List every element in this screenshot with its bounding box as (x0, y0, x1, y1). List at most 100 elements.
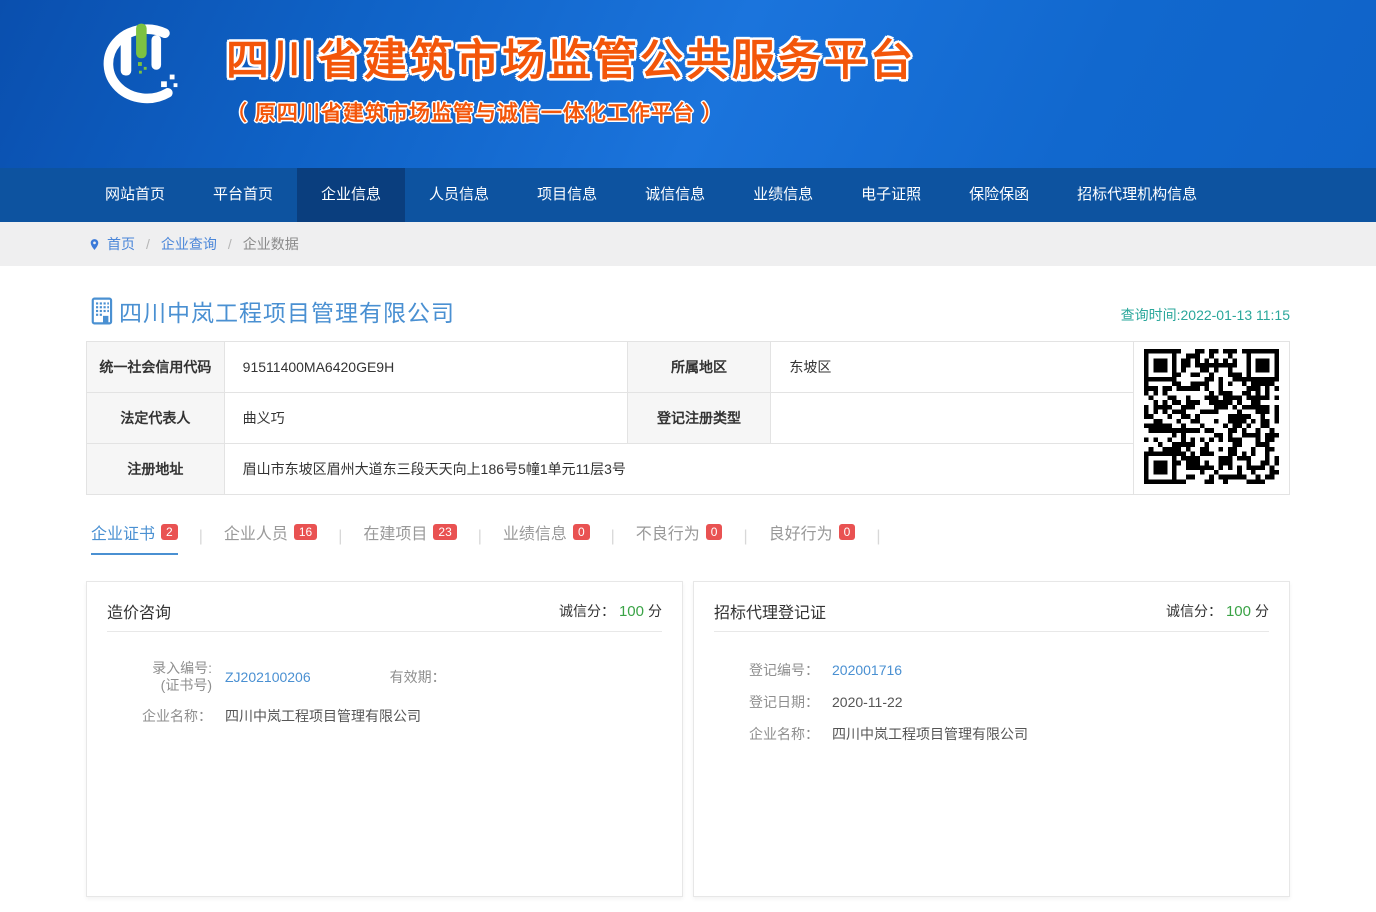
nav-item-bidding-agency-info[interactable]: 招标代理机构信息 (1053, 168, 1221, 222)
tab-count-badge: 16 (294, 524, 317, 540)
certificate-number-link[interactable]: ZJ202100206 (225, 667, 311, 687)
field-label-registration-type: 登记注册类型 (627, 393, 771, 444)
company-name-value: 四川中岚工程项目管理有限公司 (832, 724, 1028, 744)
tab-count-badge: 2 (161, 524, 178, 540)
company-name-label: 企业名称： (714, 724, 819, 744)
page-title-company-name: 四川中岚工程项目管理有限公司 (119, 294, 455, 328)
credit-score-unit: 分 (1255, 603, 1269, 619)
nav-item-e-certificate[interactable]: 电子证照 (837, 168, 945, 222)
tab-label: 业绩信息 (503, 520, 567, 544)
bidding-agency-registration-card: 招标代理登记证 诚信分：100分 登记编号： 202001716 登记日期： 2… (693, 581, 1290, 897)
credit-score-label: 诚信分： (1166, 603, 1222, 619)
credit-score: 诚信分：100分 (1166, 601, 1269, 621)
field-value-registered-address: 眉山市东坡区眉州大道东三段天天向上186号5幢1单元11层3号 (224, 444, 1134, 495)
field-label-registered-address: 注册地址 (87, 444, 225, 495)
table-row: 注册地址 眉山市东坡区眉州大道东三段天天向上186号5幢1单元11层3号 (87, 444, 1290, 495)
query-time: 查询时间:2022-01-13 11:15 (1121, 305, 1290, 325)
site-title: 四川省建筑市场监管公共服务平台 (226, 26, 916, 88)
field-value-region: 东坡区 (771, 342, 1134, 393)
header-titles: 四川省建筑市场监管公共服务平台 （ 原四川省建筑市场监管与诚信一体化工作平台 ） (226, 26, 916, 127)
tab-count-badge: 0 (839, 524, 856, 540)
company-name-label: 企业名称： (107, 706, 212, 726)
field-row-registration-date: 登记日期： 2020-11-22 (714, 692, 1269, 712)
qr-code (1144, 349, 1279, 484)
tab-performance-info[interactable]: 业绩信息 0 (503, 520, 590, 555)
breadcrumb-current-page: 企业数据 (243, 234, 299, 254)
tab-separator: | (611, 528, 615, 555)
location-pin-icon (88, 236, 101, 253)
nav-item-site-home[interactable]: 网站首页 (81, 168, 189, 222)
registration-date-value: 2020-11-22 (832, 692, 903, 712)
tab-separator: | (876, 528, 880, 555)
site-header: 四川省建筑市场监管公共服务平台 （ 原四川省建筑市场监管与诚信一体化工作平台 ） (0, 0, 1376, 168)
field-row-certificate-number: 录入编号: (证书号) ZJ202100206 有效期： (107, 660, 662, 694)
nav-item-credit-info[interactable]: 诚信信息 (621, 168, 729, 222)
card-header: 造价咨询 诚信分：100分 (107, 582, 662, 632)
tab-projects-under-construction[interactable]: 在建项目 23 (363, 520, 456, 555)
detail-tabs: 企业证书 2 | 企业人员 16 | 在建项目 23 | 业绩信息 0 | 不良… (86, 520, 1290, 555)
qr-cell (1134, 342, 1290, 495)
main-nav: 网站首页 平台首页 企业信息 人员信息 项目信息 诚信信息 业绩信息 电子证照 … (0, 168, 1376, 222)
tab-enterprise-certificates[interactable]: 企业证书 2 (91, 520, 178, 555)
credit-score: 诚信分：100分 (559, 601, 662, 621)
main-content: 四川中岚工程项目管理有限公司 查询时间:2022-01-13 11:15 统一社… (86, 294, 1290, 897)
tab-separator: | (478, 528, 482, 555)
tab-good-behavior[interactable]: 良好行为 0 (769, 520, 856, 555)
tab-separator: | (743, 528, 747, 555)
breadcrumb-separator: / (228, 236, 232, 252)
nav-item-personnel-info[interactable]: 人员信息 (405, 168, 513, 222)
company-info-table: 统一社会信用代码 91511400MA6420GE9H 所属地区 东坡区 法定代… (86, 341, 1290, 495)
field-value-registration-type (771, 393, 1134, 444)
tab-count-badge: 0 (706, 524, 723, 540)
cost-consulting-certificate-card: 造价咨询 诚信分：100分 录入编号: (证书号) ZJ202100206 有效… (86, 581, 683, 897)
field-value-legal-representative: 曲义巧 (224, 393, 627, 444)
field-label-legal-representative: 法定代表人 (87, 393, 225, 444)
platform-logo-icon (88, 12, 188, 116)
breadcrumb-home-link[interactable]: 首页 (107, 234, 135, 254)
tab-count-badge: 23 (433, 524, 456, 540)
field-row-company-name: 企业名称： 四川中岚工程项目管理有限公司 (714, 724, 1269, 744)
nav-item-platform-home[interactable]: 平台首页 (189, 168, 297, 222)
registration-number-label: 登记编号： (714, 660, 819, 680)
company-title-row: 四川中岚工程项目管理有限公司 查询时间:2022-01-13 11:15 (86, 294, 1290, 328)
field-label-credit-code: 统一社会信用代码 (87, 342, 225, 393)
tab-count-badge: 0 (573, 524, 590, 540)
breadcrumb: 首页 / 企业查询 / 企业数据 (0, 222, 1376, 266)
nav-item-enterprise-info[interactable]: 企业信息 (297, 168, 405, 222)
tab-label: 企业人员 (224, 520, 288, 544)
company-name-value: 四川中岚工程项目管理有限公司 (225, 706, 421, 726)
tab-enterprise-personnel[interactable]: 企业人员 16 (224, 520, 317, 555)
table-row: 法定代表人 曲义巧 登记注册类型 (87, 393, 1290, 444)
field-value-credit-code: 91511400MA6420GE9H (224, 342, 627, 393)
nav-item-project-info[interactable]: 项目信息 (513, 168, 621, 222)
registration-number-link[interactable]: 202001716 (832, 660, 902, 680)
field-label-region: 所属地区 (627, 342, 771, 393)
tab-label: 不良行为 (636, 520, 700, 544)
certificate-cards: 造价咨询 诚信分：100分 录入编号: (证书号) ZJ202100206 有效… (86, 581, 1290, 897)
card-body: 登记编号： 202001716 登记日期： 2020-11-22 企业名称： 四… (714, 632, 1269, 744)
nav-item-insurance-guarantee[interactable]: 保险保函 (945, 168, 1053, 222)
credit-score-value: 100 (619, 603, 644, 620)
card-body: 录入编号: (证书号) ZJ202100206 有效期： 企业名称： 四川中岚工… (107, 632, 662, 726)
field-row-registration-number: 登记编号： 202001716 (714, 660, 1269, 680)
card-title: 招标代理登记证 (714, 599, 826, 623)
nav-item-performance-info[interactable]: 业绩信息 (729, 168, 837, 222)
table-row: 统一社会信用代码 91511400MA6420GE9H 所属地区 东坡区 (87, 342, 1290, 393)
tab-bad-behavior[interactable]: 不良行为 0 (636, 520, 723, 555)
certificate-number-label: 录入编号: (证书号) (107, 660, 212, 694)
breadcrumb-enterprise-query-link[interactable]: 企业查询 (161, 234, 217, 254)
tab-label: 良好行为 (769, 520, 833, 544)
registration-date-label: 登记日期： (714, 692, 819, 712)
tab-separator: | (338, 528, 342, 555)
tab-separator: | (199, 528, 203, 555)
tab-label: 企业证书 (91, 520, 155, 544)
credit-score-value: 100 (1226, 603, 1251, 620)
credit-score-unit: 分 (648, 603, 662, 619)
card-title: 造价咨询 (107, 599, 171, 623)
certificate-number-label-line1: 录入编号: (107, 660, 212, 677)
breadcrumb-separator: / (146, 236, 150, 252)
card-header: 招标代理登记证 诚信分：100分 (714, 582, 1269, 632)
certificate-number-label-line2: (证书号) (107, 677, 212, 694)
field-row-company-name: 企业名称： 四川中岚工程项目管理有限公司 (107, 706, 662, 726)
validity-period-label: 有效期： (390, 667, 446, 687)
